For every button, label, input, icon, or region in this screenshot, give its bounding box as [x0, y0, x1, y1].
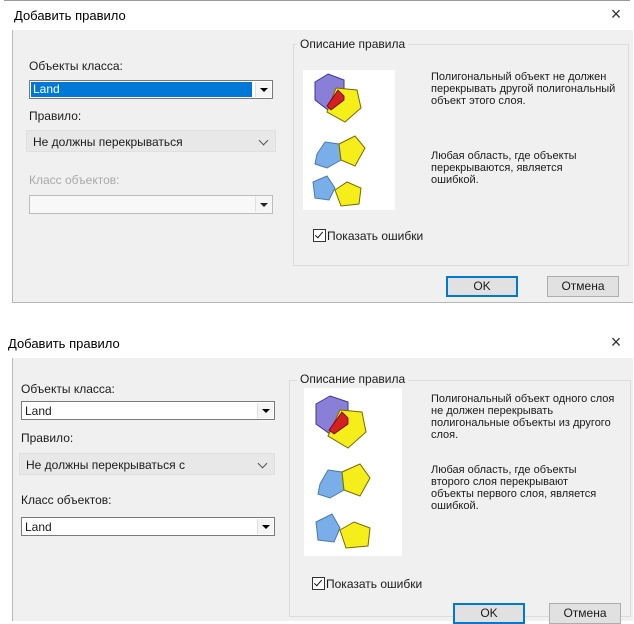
- description-paragraph-1: Полигональный объект одного слоя не долж…: [431, 393, 615, 441]
- other-class-label: Класс объектов:: [21, 493, 112, 507]
- blue-polygon-shape: [314, 141, 342, 169]
- yellow-polygon-shape: [341, 463, 371, 497]
- close-icon[interactable]: ×: [606, 3, 626, 25]
- blue-polygon-shape: [317, 469, 345, 499]
- chevron-down-icon[interactable]: [257, 403, 273, 418]
- feature-class-value: Land: [25, 404, 52, 418]
- rule-description-title: Описание правила: [297, 372, 409, 386]
- title-bar[interactable]: Добавить правило ×: [0, 0, 634, 30]
- dialog-title: Добавить правило: [8, 336, 120, 351]
- yellow-polygon-shape: [338, 135, 366, 167]
- feature-class-label: Объекты класса:: [29, 59, 123, 73]
- rule-label: Правило:: [21, 431, 74, 445]
- chevron-down-icon[interactable]: [257, 519, 273, 534]
- polygon-overlap-illustration: [312, 73, 366, 207]
- rule-illustration: [303, 70, 395, 210]
- feature-class-select[interactable]: Land: [21, 401, 275, 420]
- chevron-down-icon[interactable]: [257, 458, 268, 469]
- chevron-down-icon: [255, 197, 271, 212]
- other-class-select: [29, 195, 273, 214]
- dialog-body: Объекты класса: Land Правило: Не должны …: [12, 358, 633, 624]
- checkbox-checked-icon[interactable]: [313, 229, 326, 242]
- rule-label: Правило:: [29, 109, 82, 123]
- other-class-label: Класс объектов:: [29, 173, 120, 187]
- add-rule-dialog-1: Добавить правило × Объекты класса: Land …: [0, 0, 634, 303]
- rule-select[interactable]: Не должны перекрываться с: [19, 453, 275, 475]
- feature-class-value: Land: [31, 82, 252, 97]
- rule-description-text-2: Любая область, где объекты перекрываются…: [431, 150, 606, 186]
- blue-polygon-shape: [312, 175, 336, 201]
- yellow-polygon-shape: [334, 181, 362, 207]
- description-paragraph-2: Любая область, где объекты перекрываются…: [431, 150, 577, 186]
- add-rule-dialog-2: Добавить правило × Объекты класса: Land …: [0, 328, 634, 624]
- title-bar[interactable]: Добавить правило ×: [0, 328, 634, 358]
- rule-description-text-2: Любая область, где объекты второго слоя …: [431, 464, 611, 512]
- description-paragraph-2: Любая область, где объекты второго слоя …: [431, 464, 597, 512]
- chevron-down-icon[interactable]: [255, 82, 271, 97]
- other-class-select[interactable]: Land: [21, 517, 275, 536]
- rule-value: Не должны перекрываться: [33, 135, 183, 149]
- yellow-polygon-shape: [339, 521, 371, 549]
- show-errors-checkbox[interactable]: Показать ошибки: [313, 229, 423, 243]
- feature-class-label: Объекты класса:: [21, 382, 115, 396]
- description-paragraph-1: Полигональный объект не должен перекрыва…: [431, 71, 616, 107]
- show-errors-label[interactable]: Показать ошибки: [327, 229, 423, 243]
- feature-class-select[interactable]: Land: [29, 80, 273, 99]
- cancel-button[interactable]: Отмена: [547, 276, 619, 297]
- rule-select[interactable]: Не должны перекрываться: [26, 130, 276, 152]
- ok-button[interactable]: OK: [446, 276, 518, 297]
- dialog-body: Объекты класса: Land Правило: Не должны …: [12, 30, 633, 303]
- rule-illustration: [304, 388, 402, 556]
- close-icon[interactable]: ×: [606, 331, 626, 353]
- title-bar-top-border: [4, 0, 630, 1]
- dialog-title: Добавить правило: [14, 8, 126, 23]
- show-errors-checkbox[interactable]: Показать ошибки: [312, 577, 422, 591]
- rule-description-text: Полигональный объект не должен перекрыва…: [431, 71, 621, 107]
- chevron-down-icon[interactable]: [258, 135, 269, 146]
- rule-description-text: Полигональный объект одного слоя не долж…: [431, 393, 627, 441]
- polygon-overlap-illustration: [315, 395, 371, 549]
- rule-description-title: Описание правила: [297, 37, 409, 51]
- other-class-value: Land: [25, 520, 52, 534]
- checkbox-checked-icon[interactable]: [312, 577, 325, 590]
- blue-polygon-shape: [315, 513, 341, 543]
- rule-value: Не должны перекрываться с: [26, 458, 185, 472]
- show-errors-label[interactable]: Показать ошибки: [326, 577, 422, 591]
